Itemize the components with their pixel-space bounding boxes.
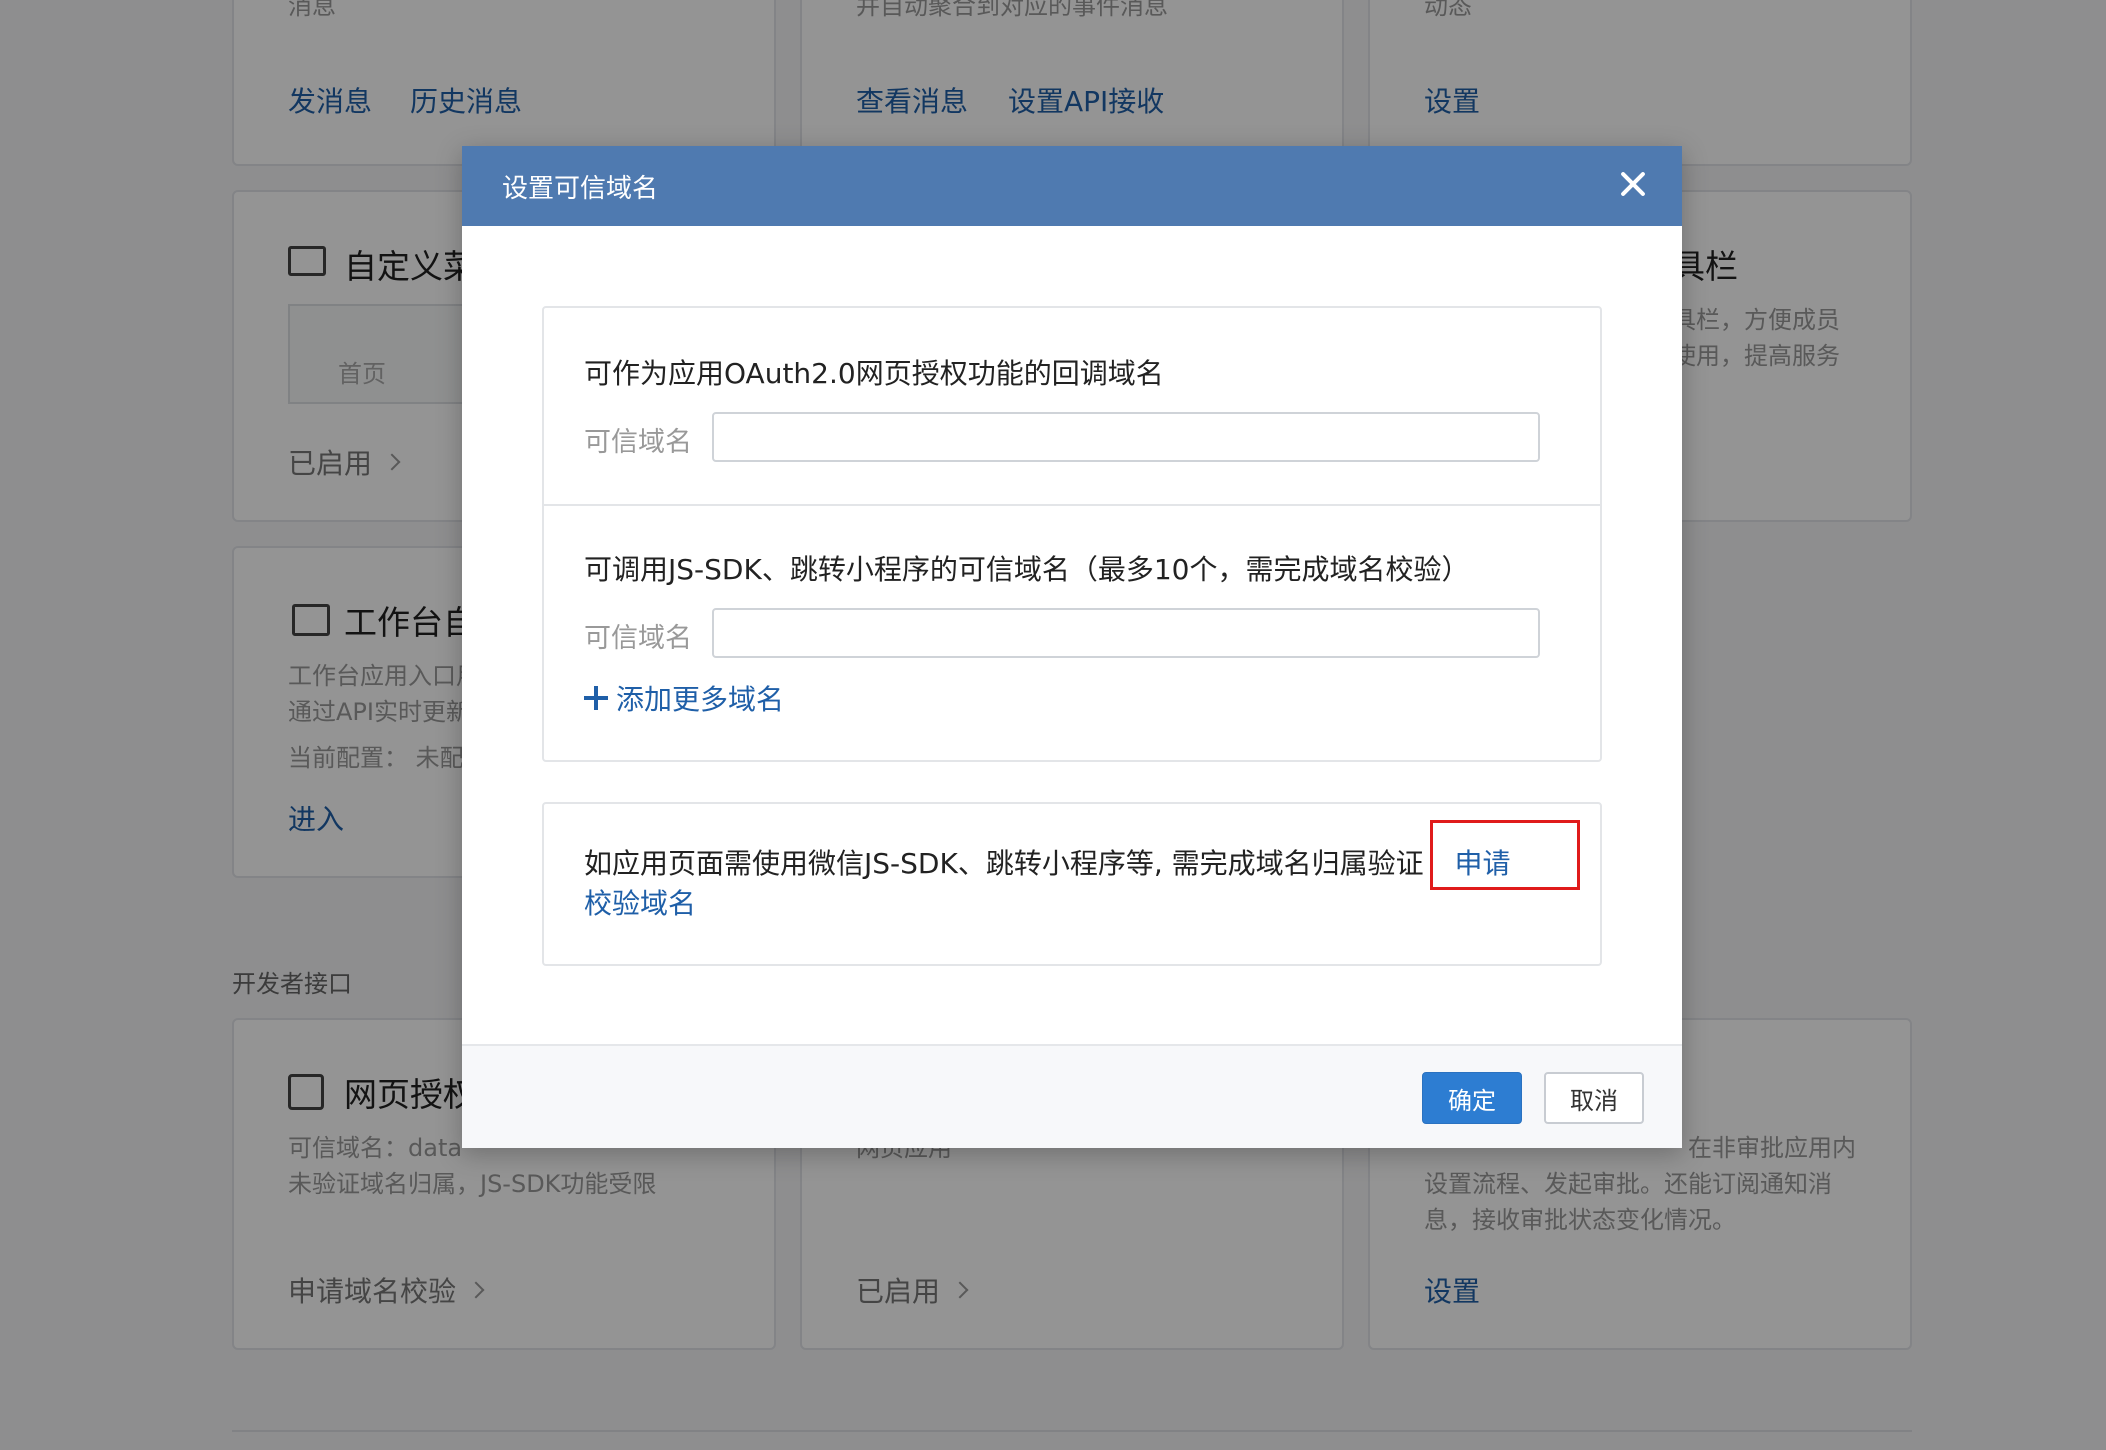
close-icon[interactable] <box>1612 164 1652 204</box>
plus-icon <box>584 686 608 710</box>
verify-notice-panel: 如应用页面需使用微信JS-SDK、跳转小程序等, 需完成域名归属验证 申请校验域… <box>542 802 1602 966</box>
oauth-heading: 可作为应用OAuth2.0网页授权功能的回调域名 <box>584 357 1164 390</box>
add-more-domains-button[interactable]: 添加更多域名 <box>584 678 784 718</box>
dialog-title: 设置可信域名 <box>502 174 659 204</box>
dialog-footer: 确定 取消 <box>462 1044 1682 1148</box>
jssdk-domain-input[interactable] <box>712 608 1540 658</box>
oauth-domain-input[interactable] <box>712 412 1540 462</box>
notice-text: 如应用页面需使用微信JS-SDK、跳转小程序等, 需完成域名归属验证 <box>584 847 1424 880</box>
panel-divider <box>544 504 1600 506</box>
jssdk-field-label: 可信域名 <box>584 623 692 654</box>
jssdk-heading: 可调用JS-SDK、跳转小程序的可信域名（最多10个，需完成域名校验） <box>584 553 1470 586</box>
oauth-field-label: 可信域名 <box>584 427 692 458</box>
trusted-domain-dialog: 设置可信域名 可作为应用OAuth2.0网页授权功能的回调域名 可信域名 可调用… <box>462 146 1682 1148</box>
highlight-box <box>1430 820 1580 890</box>
verify-notice: 如应用页面需使用微信JS-SDK、跳转小程序等, 需完成域名归属验证 申请校验域… <box>584 844 1534 924</box>
dialog-header: 设置可信域名 <box>462 146 1682 226</box>
add-more-label: 添加更多域名 <box>616 683 785 716</box>
cancel-button[interactable]: 取消 <box>1544 1072 1644 1124</box>
domains-panel: 可作为应用OAuth2.0网页授权功能的回调域名 可信域名 可调用JS-SDK、… <box>542 306 1602 762</box>
confirm-button[interactable]: 确定 <box>1422 1072 1522 1124</box>
